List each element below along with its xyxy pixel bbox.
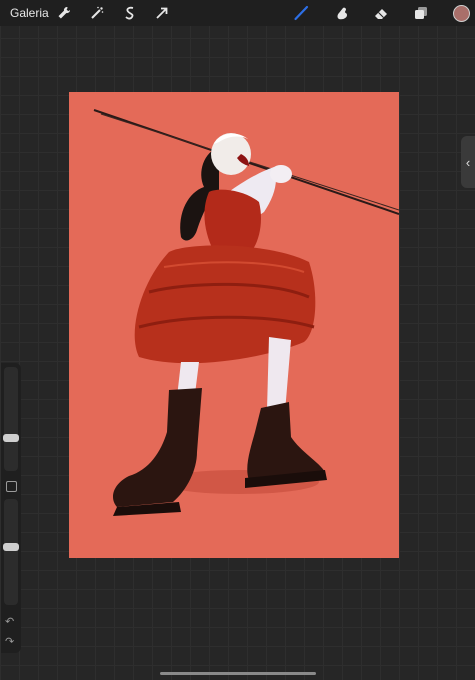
smudge-icon[interactable] — [332, 3, 352, 23]
opacity-slider[interactable] — [3, 499, 19, 605]
brush-icon[interactable] — [291, 3, 311, 23]
brush-size-slider-thumb[interactable] — [3, 434, 19, 442]
redo-icon[interactable]: ↷ — [5, 635, 14, 648]
top-toolbar: Galeria — [0, 0, 475, 26]
side-panel-toggle[interactable]: ‹ — [461, 136, 475, 188]
undo-icon[interactable]: ↶ — [5, 615, 14, 628]
home-indicator — [160, 672, 316, 675]
chevron-left-icon: ‹ — [465, 154, 471, 170]
opacity-slider-thumb[interactable] — [3, 543, 19, 551]
drawing-canvas[interactable] — [69, 92, 399, 558]
selection-icon[interactable] — [120, 3, 140, 23]
gallery-button[interactable]: Galeria — [10, 6, 49, 20]
current-color-swatch[interactable] — [453, 5, 470, 22]
eraser-icon[interactable] — [371, 3, 391, 23]
artwork-illustration — [69, 92, 399, 558]
actions-wrench-icon[interactable] — [54, 3, 74, 23]
transform-arrow-icon[interactable] — [152, 3, 172, 23]
modify-button[interactable] — [6, 481, 17, 492]
layers-icon[interactable] — [411, 3, 431, 23]
adjustments-wand-icon[interactable] — [87, 3, 107, 23]
sidebar: ↶ ↷ — [1, 363, 21, 653]
brush-size-slider[interactable] — [3, 367, 19, 471]
